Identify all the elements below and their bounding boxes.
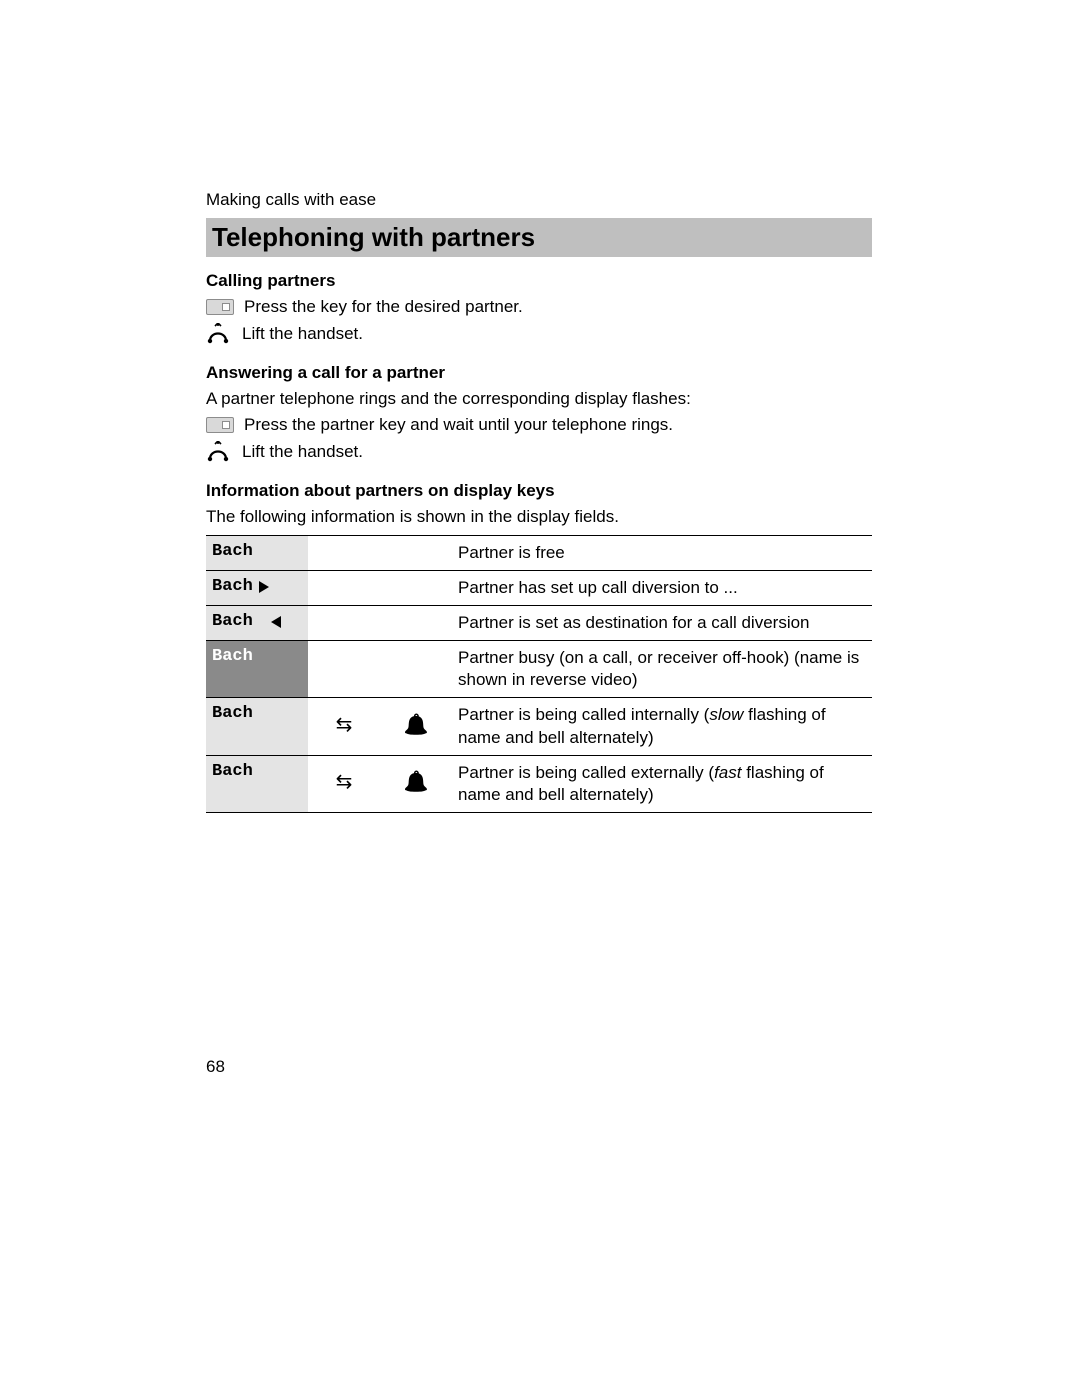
partner-label: Bach <box>212 577 253 596</box>
step-text: Press the key for the desired partner. <box>244 297 523 317</box>
bell-icon-cell <box>380 606 452 641</box>
section-info-heading: Information about partners on display ke… <box>206 481 872 501</box>
triangle-left-icon <box>271 616 281 628</box>
page-title: Telephoning with partners <box>212 222 866 253</box>
page: Making calls with ease Telephoning with … <box>0 0 1080 1397</box>
partner-status-description: Partner is being called internally (slow… <box>452 698 872 755</box>
desc-emphasis: slow <box>709 705 743 724</box>
table-row: Bach ⇆ 🔔 Partner is being called internally… <box>206 698 872 755</box>
partner-status-description: Partner is being called externally (fast… <box>452 755 872 812</box>
table-row: Bach Partner is free <box>206 536 872 571</box>
partner-label-cell: Bach <box>206 536 308 571</box>
partner-status-description: Partner is free <box>452 536 872 571</box>
running-head: Making calls with ease <box>206 190 872 210</box>
desc-text: Partner busy (on a call, or receiver off… <box>458 648 859 689</box>
step-lift-handset: Lift the handset. <box>206 441 872 463</box>
partner-label: Bach <box>212 647 253 666</box>
bell-icon-cell: 🔔 <box>380 698 452 755</box>
key-button-icon <box>206 417 234 433</box>
swap-icon-cell <box>308 536 380 571</box>
swap-icon-cell <box>308 641 380 698</box>
title-bar: Telephoning with partners <box>206 218 872 257</box>
desc-text: Partner is being called externally ( <box>458 763 714 782</box>
answering-intro: A partner telephone rings and the corres… <box>206 389 872 409</box>
partner-status-description: Partner is set as destination for a call… <box>452 606 872 641</box>
step-press-partner-key: Press the key for the desired partner. <box>206 297 872 317</box>
table-row: Bach Partner busy (on a call, or receiver… <box>206 641 872 698</box>
swap-icon-cell <box>308 571 380 606</box>
page-number: 68 <box>206 1057 225 1077</box>
desc-text: Partner is being called internally ( <box>458 705 709 724</box>
partner-label-cell: Bach <box>206 641 308 698</box>
bell-icon-cell: 🔔 <box>380 755 452 812</box>
desc-text: Partner is free <box>458 543 565 562</box>
partner-label-cell: Bach <box>206 571 308 606</box>
partner-label: Bach <box>212 612 253 631</box>
swap-arrows-icon: ⇆ <box>336 715 353 735</box>
step-text: Press the partner key and wait until you… <box>244 415 673 435</box>
table-row: Bach ⇆ 🔔 Partner is being called externally… <box>206 755 872 812</box>
info-intro: The following information is shown in th… <box>206 507 872 527</box>
swap-icon-cell <box>308 606 380 641</box>
table-row: Bach Partner has set up call diversion to… <box>206 571 872 606</box>
lift-handset-icon <box>206 323 232 345</box>
partner-status-description: Partner busy (on a call, or receiver off… <box>452 641 872 698</box>
section-answering-heading: Answering a call for a partner <box>206 363 872 383</box>
step-lift-handset: Lift the handset. <box>206 323 872 345</box>
step-text: Lift the handset. <box>242 324 363 344</box>
partner-label: Bach <box>212 762 253 781</box>
key-button-icon <box>206 299 234 315</box>
partner-label-cell: Bach <box>206 698 308 755</box>
bell-icon-cell <box>380 571 452 606</box>
bell-icon-cell <box>380 536 452 571</box>
step-text: Lift the handset. <box>242 442 363 462</box>
desc-emphasis: fast <box>714 763 741 782</box>
bell-icon: 🔔 <box>404 715 429 735</box>
partner-label-cell: Bach <box>206 606 308 641</box>
partner-label: Bach <box>212 704 253 723</box>
desc-text: Partner has set up call diversion to ... <box>458 578 738 597</box>
section-calling-heading: Calling partners <box>206 271 872 291</box>
swap-icon-cell: ⇆ <box>308 698 380 755</box>
triangle-right-icon <box>259 581 269 593</box>
bell-icon-cell <box>380 641 452 698</box>
table-row: Bach Partner is set as destination for a … <box>206 606 872 641</box>
partner-status-table: Bach Partner is free Bach Partner has set u… <box>206 535 872 813</box>
swap-arrows-icon: ⇆ <box>336 772 353 792</box>
desc-text: Partner is set as destination for a call… <box>458 613 810 632</box>
partner-status-description: Partner has set up call diversion to ... <box>452 571 872 606</box>
partner-label-cell: Bach <box>206 755 308 812</box>
bell-icon: 🔔 <box>404 772 429 792</box>
partner-label: Bach <box>212 542 253 561</box>
step-press-partner-key-wait: Press the partner key and wait until you… <box>206 415 872 435</box>
swap-icon-cell: ⇆ <box>308 755 380 812</box>
lift-handset-icon <box>206 441 232 463</box>
